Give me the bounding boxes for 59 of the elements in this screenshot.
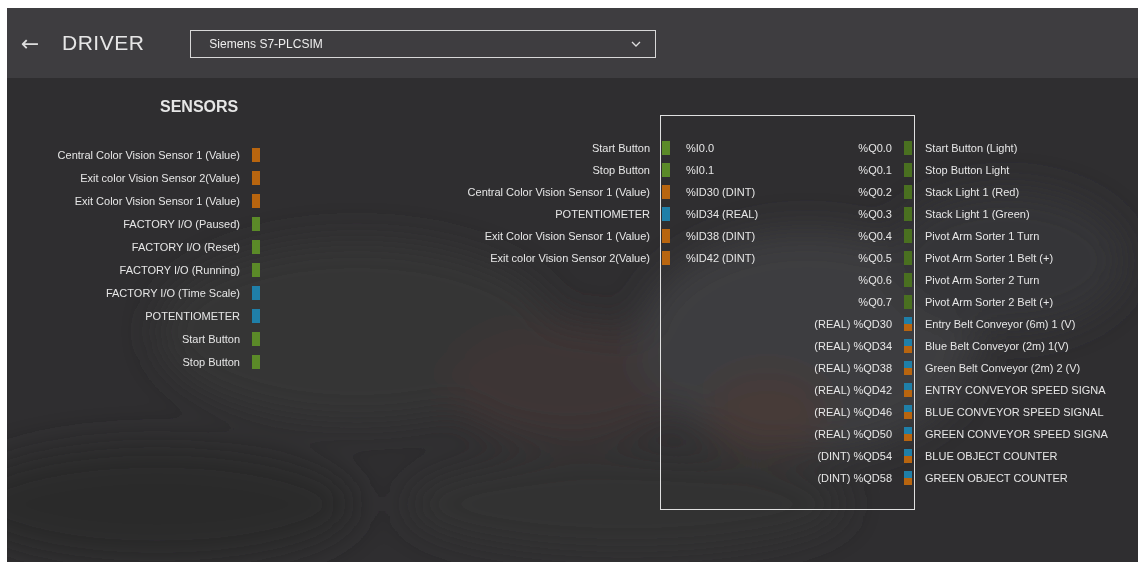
input-address: %I0.0	[686, 142, 715, 154]
output-label: Pivot Arm Sorter 2 Belt (+)	[925, 296, 1054, 308]
input-label: Central Color Vision Sensor 1 (Value)	[467, 186, 650, 198]
sensor-label: Exit Color Vision Sensor 1 (Value)	[74, 194, 240, 207]
output-address: (REAL) %QD30	[814, 318, 892, 330]
sensor-label: Exit color Vision Sensor 2(Value)	[80, 171, 240, 184]
output-label: Blue Belt Conveyor (2m) 1(V)	[925, 340, 1069, 352]
output-address: %Q0.3	[858, 208, 892, 220]
output-label: Stack Light 1 (Green)	[925, 208, 1030, 220]
output-address: %Q0.4	[858, 230, 892, 242]
output-label: Pivot Arm Sorter 2 Turn	[925, 274, 1040, 286]
input-address: %ID30 (DINT)	[686, 186, 756, 198]
output-address: %Q0.6	[858, 274, 892, 286]
input-address: %ID34 (REAL)	[686, 208, 759, 220]
input-label: POTENTIOMETER	[555, 208, 650, 220]
output-label: Green Belt Conveyor (2m) 2 (V)	[925, 362, 1081, 374]
sensor-label: FACTORY I/O (Reset)	[131, 240, 240, 253]
output-label: Entry Belt Conveyor (6m) 1 (V)	[925, 318, 1076, 330]
input-address: %I0.1	[686, 164, 715, 176]
output-label: ENTRY CONVEYOR SPEED SIGNA	[925, 384, 1106, 396]
chevron-icon	[631, 41, 642, 47]
input-label: Exit color Vision Sensor 2(Value)	[490, 252, 650, 264]
sensor-label: Stop Button	[182, 355, 240, 368]
input-address: %ID42 (DINT)	[686, 252, 756, 264]
output-label: Stop Button Light	[925, 164, 1010, 176]
output-address: (DINT) %QD58	[817, 472, 892, 484]
output-label: BLUE CONVEYOR SPEED SIGNAL	[925, 406, 1104, 418]
output-address: (REAL) %QD42	[814, 384, 892, 396]
input-label: Stop Button	[592, 164, 650, 176]
output-address: (REAL) %QD34	[814, 340, 892, 352]
sensor-label: Central Color Vision Sensor 1 (Value)	[57, 148, 240, 161]
output-label: GREEN OBJECT COUNTER	[925, 472, 1068, 484]
page-title: DRIVER	[62, 31, 145, 55]
output-label: Stack Light 1 (Red)	[925, 186, 1020, 198]
output-label: Pivot Arm Sorter 1 Belt (+)	[925, 252, 1054, 264]
output-address: %Q0.0	[858, 142, 892, 154]
output-label: BLUE OBJECT COUNTER	[925, 450, 1058, 462]
output-label: GREEN CONVEYOR SPEED SIGNA	[925, 428, 1108, 440]
output-address: (REAL) %QD38	[814, 362, 892, 374]
output-label: Pivot Arm Sorter 1 Turn	[925, 230, 1040, 242]
input-address: %ID38 (DINT)	[686, 230, 756, 242]
output-address: %Q0.5	[858, 252, 892, 264]
sensor-label: FACTORY I/O (Time Scale)	[105, 286, 240, 299]
input-label: Start Button	[591, 142, 650, 154]
sensor-label: FACTORY I/O (Paused)	[123, 217, 240, 230]
output-address: (REAL) %QD46	[814, 406, 892, 418]
output-address: %Q0.2	[858, 186, 892, 198]
output-address: %Q0.7	[858, 296, 892, 308]
sensors-heading: SENSORS	[160, 98, 239, 116]
sensor-label: POTENTIOMETER	[145, 309, 240, 322]
sensor-label: Start Button	[181, 332, 240, 345]
output-address: (REAL) %QD50	[814, 428, 892, 440]
back-button[interactable]: ←	[17, 30, 43, 56]
driver-dropdown[interactable]: Siemens S7-PLCSIM	[190, 30, 657, 58]
output-label: Start Button (Light)	[925, 142, 1018, 154]
output-address: %Q0.1	[858, 164, 892, 176]
input-label: Exit Color Vision Sensor 1 (Value)	[484, 230, 650, 242]
output-address: (DINT) %QD54	[817, 450, 892, 462]
sensor-label: FACTORY I/O (Running)	[119, 263, 240, 276]
